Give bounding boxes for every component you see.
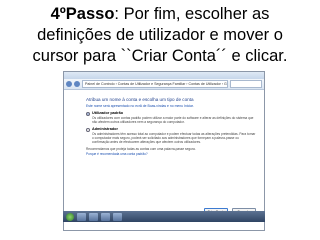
taskbar [63,211,265,222]
address-bar[interactable]: Painel de Controlo › Contas de Utilizado… [82,80,228,88]
caption-line-1: : Por fim, escolher as [114,5,270,23]
account-form: Atribua um nome à conta e escolha um tip… [64,90,264,156]
standard-user-desc: Os utilizadores com contas padrão podem … [92,116,254,124]
password-note: Recomendamos que proteja todas as contas… [86,147,196,151]
name-hint: Este nome será apresentado no ecrã de Bo… [86,104,194,108]
caption-line-3: cursor para ``Criar Conta´´ e clicar. [32,47,288,65]
option-standard-user[interactable]: Utilizador padrão Os utilizadores com co… [86,111,256,124]
clock[interactable] [250,214,262,220]
page-title: Atribua um nome à conta e escolha um tip… [86,97,194,102]
caption-line-2: definições de utilizador e mover o [37,26,283,44]
caption-step: 4ºPasso [50,5,115,23]
more-info-link[interactable]: Porque é recomendada uma conta padrão? [86,152,256,156]
search-input[interactable] [230,80,262,88]
option-administrator[interactable]: Administrador Os administradores têm ace… [86,127,256,144]
taskbar-item-explorer-icon[interactable] [89,212,98,221]
taskbar-item-control-panel-icon[interactable] [113,212,122,221]
taskbar-item-ie-icon[interactable] [77,212,86,221]
taskbar-item-media-icon[interactable] [101,212,110,221]
slide-caption: 4ºPasso: Por fim, escolher as definições… [0,4,320,67]
administrator-desc: Os administradores têm acesso total ao c… [92,132,256,144]
address-toolbar: Painel de Controlo › Contas de Utilizado… [64,79,264,90]
administrator-radio[interactable] [86,127,90,132]
forward-icon[interactable] [74,81,80,87]
back-icon[interactable] [66,81,72,87]
standard-user-radio[interactable] [86,111,90,116]
create-account-window: Painel de Controlo › Contas de Utilizado… [63,71,265,231]
start-orb-icon[interactable] [66,212,74,221]
window-titlebar [64,72,264,79]
